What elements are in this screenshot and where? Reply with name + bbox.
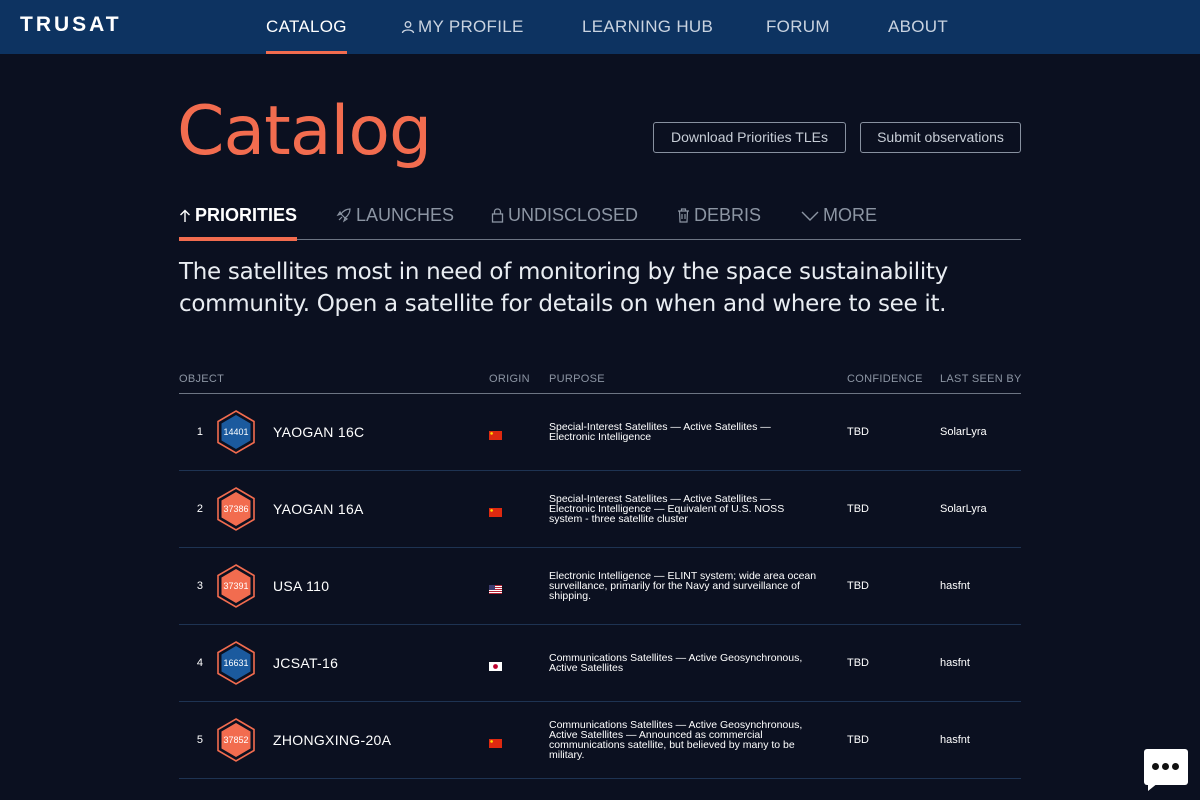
nav-learning-hub-label: LEARNING HUB bbox=[582, 17, 714, 36]
purpose-text: Special-Interest Satellites — Active Sat… bbox=[549, 493, 785, 525]
last-seen-by[interactable]: hasfnt bbox=[940, 734, 970, 746]
arrow-up-icon bbox=[179, 207, 191, 228]
catalog-tabs: PRIORITIES LAUNCHES UNDISCLOSED DEBRIS M… bbox=[179, 205, 1021, 241]
nav-learning-hub[interactable]: LEARNING HUB bbox=[582, 17, 713, 54]
tab-undisclosed-label: UNDISCLOSED bbox=[508, 205, 639, 225]
tab-launches-label: LAUNCHES bbox=[356, 205, 455, 225]
china-flag-icon bbox=[489, 504, 502, 517]
last-seen-by[interactable]: SolarLyra bbox=[940, 503, 987, 515]
next-row-badge-partial bbox=[216, 794, 256, 800]
chat-button[interactable] bbox=[1144, 749, 1188, 791]
confidence-value: TBD bbox=[847, 657, 869, 669]
nav-about-label: ABOUT bbox=[888, 17, 949, 36]
download-priorities-tles-button[interactable]: Download Priorities TLEs bbox=[653, 122, 846, 153]
tab-undisclosed[interactable]: UNDISCLOSED bbox=[491, 205, 638, 240]
header-origin: ORIGIN bbox=[489, 373, 530, 385]
logo[interactable]: TRUSAT bbox=[20, 13, 122, 37]
nav-my-profile-label: MY PROFILE bbox=[418, 17, 524, 36]
norad-badge: 37391 bbox=[216, 564, 256, 608]
satellite-name[interactable]: JCSAT-16 bbox=[273, 655, 338, 671]
user-icon bbox=[401, 19, 415, 39]
purpose-text: Communications Satellites — Active Geosy… bbox=[549, 719, 803, 761]
norad-id: 37852 bbox=[223, 735, 249, 745]
chevron-down-icon bbox=[801, 207, 819, 228]
nav-catalog-label: CATALOG bbox=[266, 17, 347, 36]
purpose-text: Electronic Intelligence — ELINT system; … bbox=[549, 570, 817, 602]
table-row[interactable]: 3 37391 USA 110 Electronic Intelligence — E… bbox=[179, 548, 1021, 625]
last-seen-by[interactable]: SolarLyra bbox=[940, 426, 987, 438]
japan-flag-icon bbox=[489, 658, 502, 671]
tab-more-label: MORE bbox=[823, 205, 877, 225]
tab-priorities[interactable]: PRIORITIES bbox=[179, 205, 298, 241]
submit-observations-button[interactable]: Submit observations bbox=[860, 122, 1021, 153]
header-last-seen-by: LAST SEEN BY bbox=[940, 373, 1022, 385]
row-rank: 3 bbox=[196, 580, 203, 592]
last-seen-by[interactable]: hasfnt bbox=[940, 580, 970, 592]
lock-icon bbox=[491, 207, 504, 228]
row-rank: 5 bbox=[196, 734, 203, 746]
row-rank: 2 bbox=[196, 503, 203, 515]
purpose-text: Special-Interest Satellites — Active Sat… bbox=[549, 421, 771, 443]
tab-launches[interactable]: LAUNCHES bbox=[336, 205, 454, 240]
norad-id: 37391 bbox=[223, 581, 249, 591]
nav-forum-label: FORUM bbox=[766, 17, 830, 36]
top-nav: TRUSAT CATALOG MY PROFILE LEARNING HUB F… bbox=[0, 0, 1200, 54]
nav-catalog[interactable]: CATALOG bbox=[266, 17, 347, 54]
row-rank: 4 bbox=[196, 657, 203, 669]
table-row[interactable]: 1 14401 YAOGAN 16C Special-Interest Satelli… bbox=[179, 394, 1021, 471]
nav-forum[interactable]: FORUM bbox=[766, 17, 830, 54]
tab-priorities-label: PRIORITIES bbox=[195, 205, 298, 225]
last-seen-by[interactable]: hasfnt bbox=[940, 657, 970, 669]
confidence-value: TBD bbox=[847, 503, 869, 515]
satellite-name[interactable]: USA 110 bbox=[273, 578, 329, 594]
norad-badge: 37852 bbox=[216, 718, 256, 762]
confidence-value: TBD bbox=[847, 580, 869, 592]
tab-debris[interactable]: DEBRIS bbox=[677, 205, 761, 240]
satellite-name[interactable]: YAOGAN 16C bbox=[273, 424, 364, 440]
row-rank: 1 bbox=[196, 426, 203, 438]
nav-about[interactable]: ABOUT bbox=[888, 17, 948, 54]
satellite-name[interactable]: YAOGAN 16A bbox=[273, 501, 364, 517]
china-flag-icon bbox=[489, 427, 502, 440]
china-flag-icon bbox=[489, 735, 502, 748]
norad-id: 14401 bbox=[223, 427, 249, 437]
norad-badge: 16631 bbox=[216, 641, 256, 685]
confidence-value: TBD bbox=[847, 734, 869, 746]
satellite-name[interactable]: ZHONGXING-20A bbox=[273, 732, 391, 748]
table-row[interactable]: 5 37852 ZHONGXING-20A Communications Satell… bbox=[179, 702, 1021, 779]
norad-badge: 14401 bbox=[216, 410, 256, 454]
header-confidence: CONFIDENCE bbox=[847, 373, 923, 385]
header-object: OBJECT bbox=[179, 373, 225, 385]
trash-icon bbox=[677, 207, 690, 228]
page-title: Catalog bbox=[177, 92, 432, 171]
tab-more[interactable]: MORE bbox=[801, 205, 877, 240]
purpose-text: Communications Satellites — Active Geosy… bbox=[549, 652, 803, 674]
confidence-value: TBD bbox=[847, 426, 869, 438]
norad-id: 16631 bbox=[223, 658, 249, 668]
header-purpose: PURPOSE bbox=[549, 373, 605, 385]
nav-my-profile[interactable]: MY PROFILE bbox=[401, 17, 524, 54]
norad-badge: 37386 bbox=[216, 487, 256, 531]
tab-description: The satellites most in need of monitorin… bbox=[179, 259, 948, 317]
rocket-icon bbox=[336, 207, 352, 228]
usa-flag-icon bbox=[489, 581, 502, 594]
tab-debris-label: DEBRIS bbox=[694, 205, 762, 225]
norad-id: 37386 bbox=[223, 504, 249, 514]
table-row[interactable]: 2 37386 YAOGAN 16A Special-Interest Satelli… bbox=[179, 471, 1021, 548]
table-row[interactable]: 4 16631 JCSAT-16 Communications Satellites … bbox=[179, 625, 1021, 702]
